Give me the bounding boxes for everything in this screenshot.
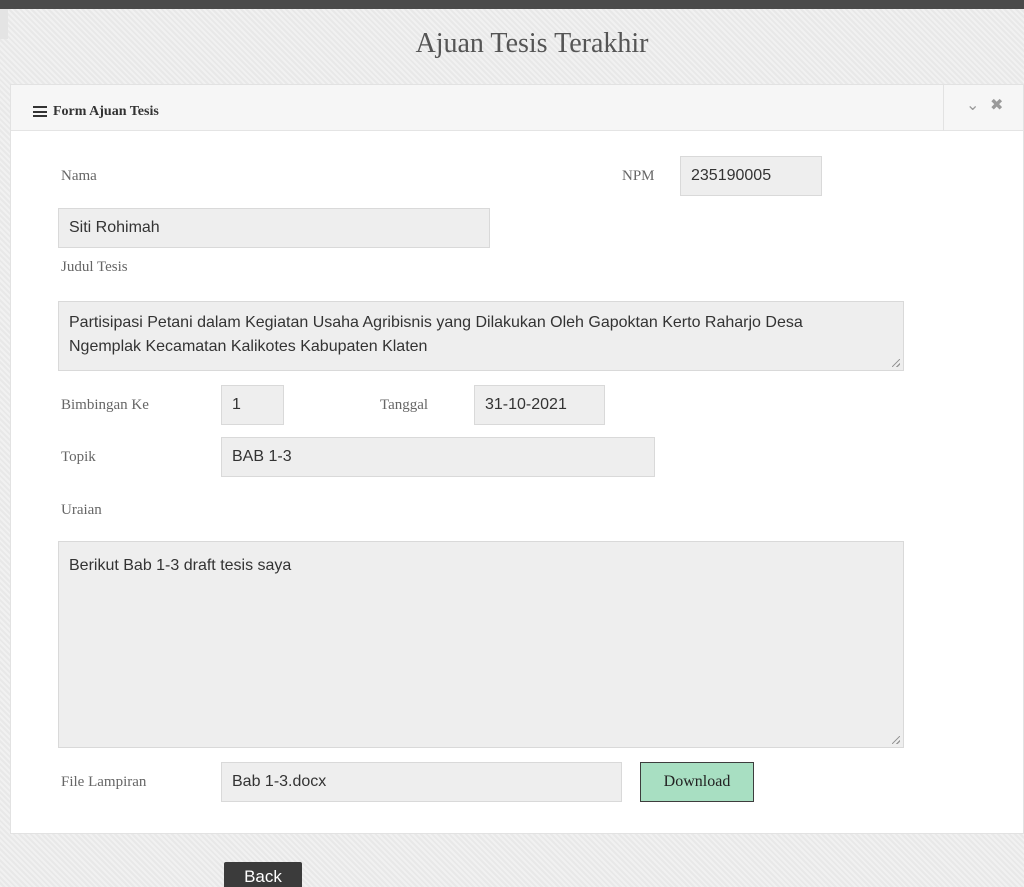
bimbingan-ke-value: 1: [232, 396, 241, 413]
npm-label: NPM: [622, 168, 655, 184]
page-title: Ajuan Tesis Terakhir: [415, 28, 649, 59]
judul-tesis-label: Judul Tesis: [61, 259, 128, 275]
file-lampiran-value: Bab 1-3.docx: [232, 773, 327, 790]
uraian-label: Uraian: [61, 502, 102, 518]
nama-field[interactable]: Siti Rohimah: [58, 208, 490, 248]
bimbingan-ke-label: Bimbingan Ke: [61, 397, 149, 413]
uraian-value: Berikut Bab 1-3 draft tesis saya: [69, 557, 292, 574]
tanggal-value: 31-10-2021: [485, 396, 567, 413]
resize-grip-icon[interactable]: [892, 736, 900, 744]
top-border: [0, 0, 1024, 9]
panel-tools: ⌄ ✖: [943, 85, 1023, 131]
back-button[interactable]: Back: [224, 862, 302, 887]
tanggal-label: Tanggal: [380, 397, 429, 413]
app-window: Ajuan Tesis Terakhir Form Ajuan Tesis ⌄ …: [0, 0, 1024, 887]
resize-grip-icon[interactable]: [892, 359, 900, 367]
download-button[interactable]: Download: [640, 762, 754, 802]
file-lampiran-field[interactable]: Bab 1-3.docx: [221, 762, 622, 802]
panel-header: Form Ajuan Tesis ⌄ ✖: [11, 85, 1023, 131]
judul-tesis-field[interactable]: Partisipasi Petani dalam Kegiatan Usaha …: [58, 301, 904, 371]
topik-label: Topik: [61, 449, 96, 465]
hamburger-icon[interactable]: [33, 106, 47, 117]
chevron-down-icon[interactable]: ⌄: [966, 95, 979, 114]
topik-field[interactable]: BAB 1-3: [221, 437, 655, 477]
topik-value: BAB 1-3: [232, 448, 292, 465]
uraian-field[interactable]: Berikut Bab 1-3 draft tesis saya: [58, 541, 904, 748]
file-lampiran-label: File Lampiran: [61, 774, 147, 790]
nama-value: Siti Rohimah: [69, 219, 160, 236]
npm-field[interactable]: 235190005: [680, 156, 822, 196]
npm-value: 235190005: [691, 167, 772, 184]
close-icon[interactable]: ✖: [990, 95, 1003, 114]
tanggal-field[interactable]: 31-10-2021: [474, 385, 605, 425]
nama-label: Nama: [61, 168, 97, 184]
judul-tesis-value: Partisipasi Petani dalam Kegiatan Usaha …: [69, 314, 803, 355]
bimbingan-ke-field[interactable]: 1: [221, 385, 284, 425]
panel-title: Form Ajuan Tesis: [53, 104, 159, 119]
